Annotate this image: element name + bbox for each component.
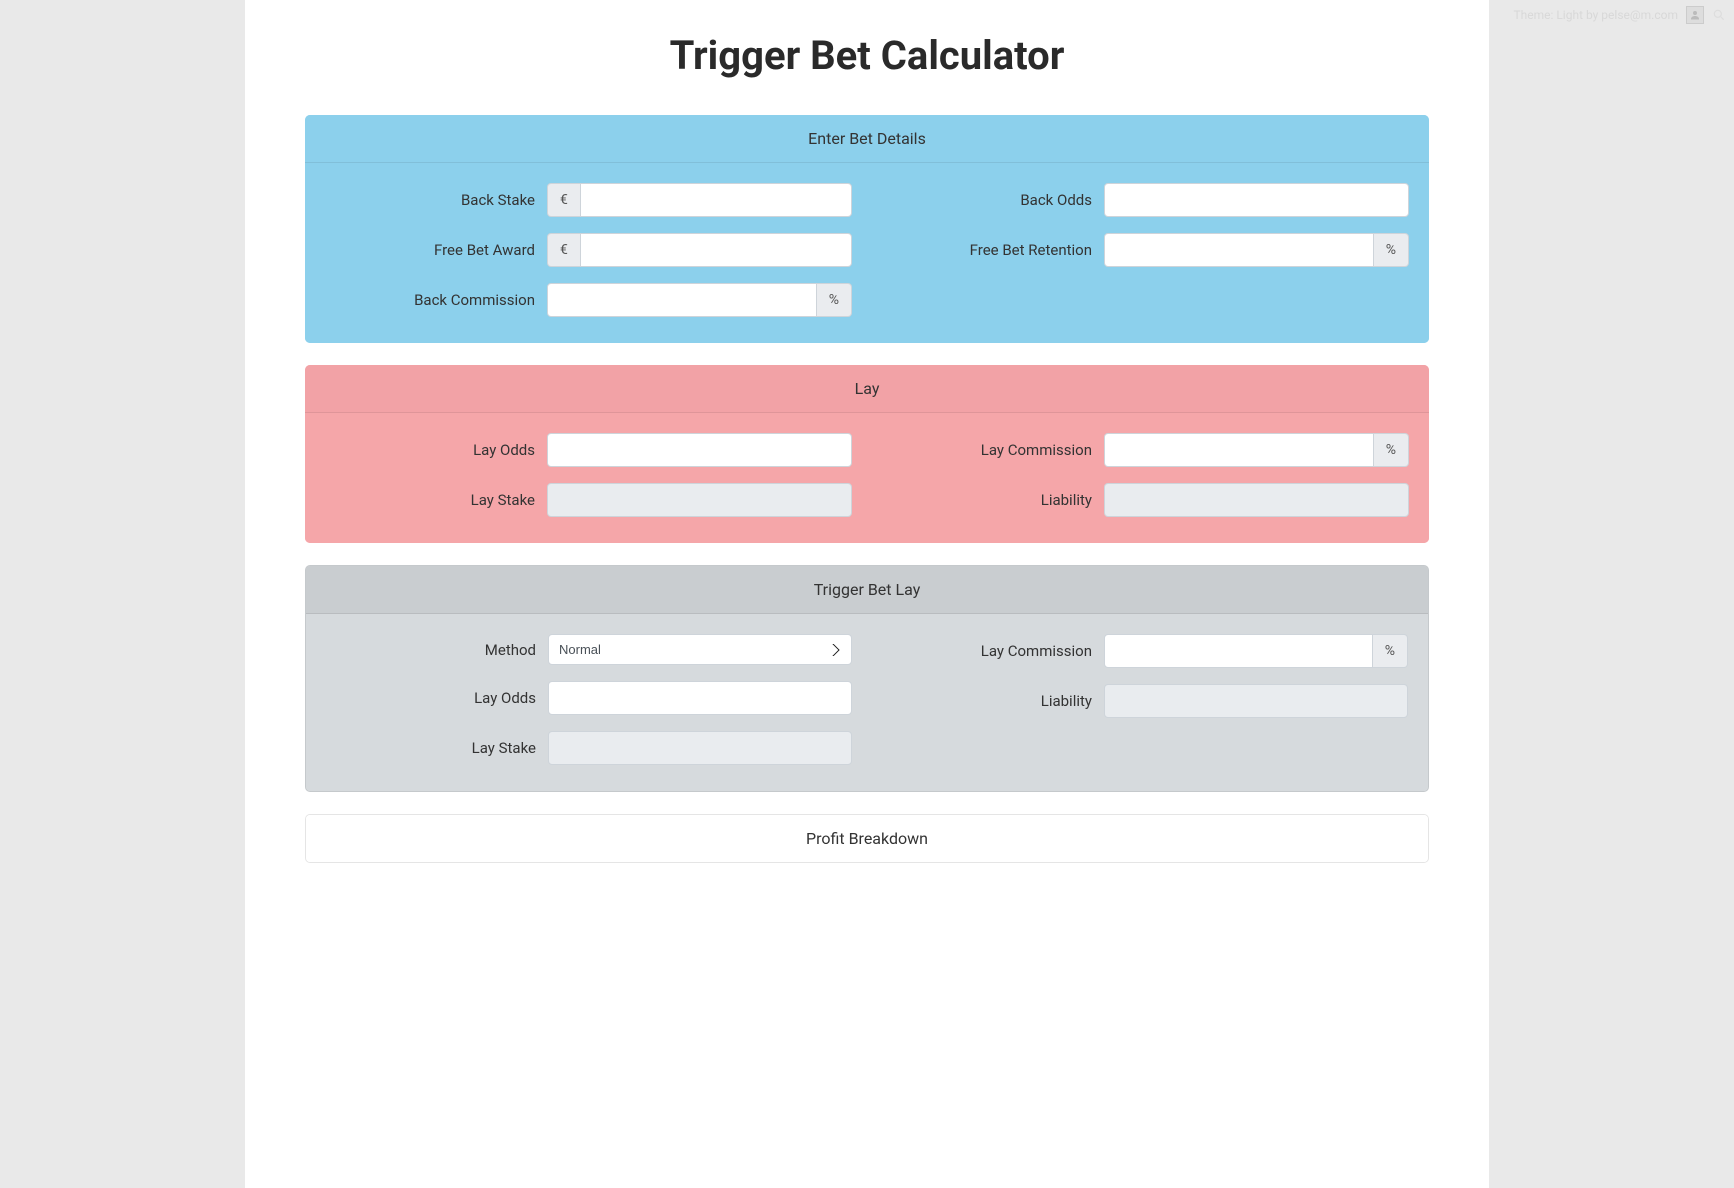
liability-label: Liability	[882, 491, 1092, 509]
free-bet-award-input[interactable]	[580, 233, 852, 267]
topbar: Theme: Light by pelse@m.com	[1505, 0, 1734, 30]
search-icon[interactable]	[1712, 8, 1726, 22]
theme-credit: Theme: Light by pelse@m.com	[1513, 8, 1678, 22]
trigger-lay-odds-label: Lay Odds	[326, 689, 536, 707]
back-commission-input[interactable]	[547, 283, 817, 317]
currency-symbol: €	[547, 183, 580, 217]
trigger-lay-commission-input[interactable]	[1104, 634, 1373, 668]
back-odds-label: Back Odds	[882, 191, 1092, 209]
lay-commission-input[interactable]	[1104, 433, 1374, 467]
avatar[interactable]	[1686, 6, 1704, 24]
free-bet-retention-input[interactable]	[1104, 233, 1374, 267]
trigger-lay-commission-label: Lay Commission	[882, 642, 1092, 660]
free-bet-retention-label: Free Bet Retention	[882, 241, 1092, 259]
lay-commission-label: Lay Commission	[882, 441, 1092, 459]
lay-odds-input[interactable]	[547, 433, 852, 467]
lay-stake-output	[547, 483, 852, 517]
percent-symbol: %	[1374, 233, 1409, 267]
panel-header-trigger-lay: Trigger Bet Lay	[306, 566, 1428, 614]
liability-output	[1104, 483, 1409, 517]
trigger-lay-stake-output	[548, 731, 852, 765]
percent-symbol: %	[1374, 433, 1409, 467]
panel-trigger-bet-lay: Trigger Bet Lay Method Normal Lay Odds	[305, 565, 1429, 792]
main-content: Trigger Bet Calculator Enter Bet Details…	[245, 0, 1489, 1188]
currency-symbol: €	[547, 233, 580, 267]
panel-header-profit: Profit Breakdown	[306, 815, 1428, 862]
trigger-liability-output	[1104, 684, 1408, 718]
back-commission-label: Back Commission	[325, 291, 535, 309]
lay-stake-label: Lay Stake	[325, 491, 535, 509]
trigger-liability-label: Liability	[882, 692, 1092, 710]
trigger-lay-stake-label: Lay Stake	[326, 739, 536, 757]
back-odds-input[interactable]	[1104, 183, 1409, 217]
panel-lay: Lay Lay Odds Lay Stake	[305, 365, 1429, 543]
panel-header-lay: Lay	[305, 365, 1429, 413]
back-stake-input[interactable]	[580, 183, 852, 217]
method-select[interactable]: Normal	[548, 634, 852, 665]
page-title: Trigger Bet Calculator	[305, 0, 1429, 115]
free-bet-award-label: Free Bet Award	[325, 241, 535, 259]
panel-header-bet-details: Enter Bet Details	[305, 115, 1429, 163]
percent-symbol: %	[1373, 634, 1408, 668]
method-label: Method	[326, 641, 536, 659]
trigger-lay-odds-input[interactable]	[548, 681, 852, 715]
panel-profit-breakdown: Profit Breakdown	[305, 814, 1429, 863]
lay-odds-label: Lay Odds	[325, 441, 535, 459]
panel-bet-details: Enter Bet Details Back Stake € Free Bet …	[305, 115, 1429, 343]
back-stake-label: Back Stake	[325, 191, 535, 209]
percent-symbol: %	[817, 283, 852, 317]
